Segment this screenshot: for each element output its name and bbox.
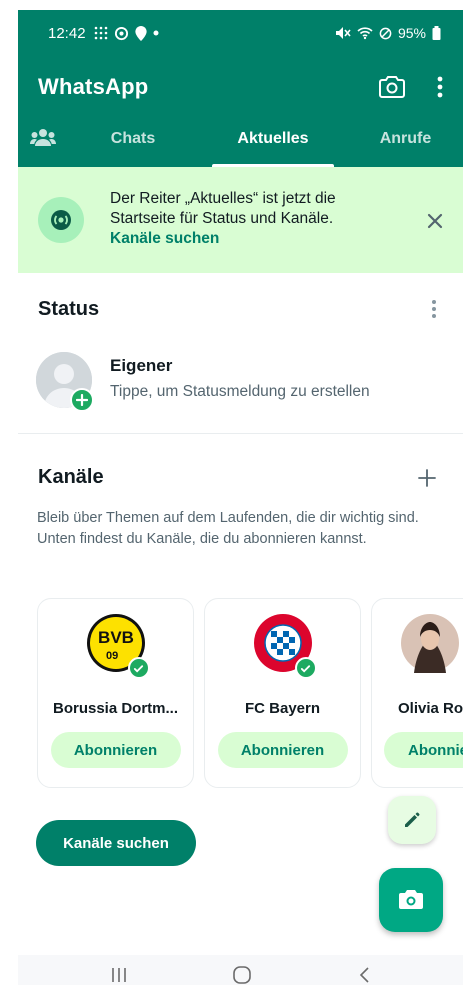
updates-info-banner: Der Reiter „Aktuelles“ ist jetzt die Sta…: [18, 167, 463, 273]
tab-bar: Chats Aktuelles Anrufe: [18, 122, 463, 167]
tab-communities[interactable]: [18, 122, 68, 167]
target-notification-icon: [114, 26, 128, 40]
svg-text:09: 09: [106, 650, 118, 662]
channel-suggestions: BVB 09 Borussia Dortm... Abonnieren FC Ba…: [37, 598, 463, 788]
dot-notification-icon: [153, 30, 159, 36]
screen: 12:42 95% WhatsApp Chats Aktuelles Anruf…: [18, 10, 463, 985]
location-notification-icon: [134, 25, 147, 41]
close-icon[interactable]: [425, 211, 445, 231]
system-navigation-bar: [18, 955, 463, 985]
clock: 12:42: [48, 24, 86, 42]
wifi-icon: [357, 27, 373, 40]
status-more-icon[interactable]: [431, 298, 437, 320]
tab-calls[interactable]: Anrufe: [348, 122, 463, 167]
channels-description: Bleib über Themen auf dem Laufenden, die…: [37, 510, 419, 547]
status-section-title: Status: [38, 298, 100, 320]
subscribe-button[interactable]: Abonnieren: [217, 732, 348, 768]
pencil-icon: [405, 812, 420, 827]
find-channels-button[interactable]: Kanäle suchen: [36, 820, 196, 866]
subscribe-button[interactable]: Abonnie: [384, 732, 463, 768]
community-icon: [30, 129, 56, 146]
svg-text:BVB: BVB: [98, 628, 134, 647]
channel-card-fc-bayern[interactable]: FC Bayern Abonnieren: [204, 598, 361, 788]
tab-updates[interactable]: Aktuelles: [198, 122, 348, 167]
channel-icon: [38, 197, 84, 243]
battery-percent: 95%: [397, 25, 426, 41]
edit-status-button[interactable]: [388, 796, 436, 844]
channel-card-borussia-dortmund[interactable]: BVB 09 Borussia Dortm... Abonnieren: [37, 598, 194, 788]
home-icon[interactable]: [232, 965, 252, 985]
my-status-hint: Tippe, um Statusmeldung zu erstellen: [110, 383, 370, 400]
add-status-icon: [70, 388, 94, 412]
my-status-name: Eigener: [110, 356, 173, 375]
grid-notification-icon: [94, 26, 107, 40]
mute-icon: [335, 27, 351, 39]
banner-text: Der Reiter „Aktuelles“ ist jetzt die Sta…: [110, 190, 336, 227]
channel-card-olivia[interactable]: Olivia Ro Abonnie: [371, 598, 463, 788]
camera-icon: [399, 890, 423, 909]
app-bar-actions: [379, 75, 443, 99]
plus-icon[interactable]: [417, 468, 437, 488]
system-indicators: 95%: [335, 25, 441, 41]
battery-icon: [432, 26, 441, 40]
my-status-row[interactable]: Eigener Tippe, um Statusmeldung zu erste…: [36, 350, 446, 420]
section-divider: [18, 433, 463, 434]
subscribe-button[interactable]: Abonnieren: [50, 732, 181, 768]
top-app-bar: 12:42 95% WhatsApp Chats Aktuelles Anruf…: [18, 10, 463, 167]
app-title: WhatsApp: [38, 74, 149, 99]
channels-section-title: Kanäle: [38, 466, 104, 488]
camera-icon[interactable]: [379, 75, 405, 99]
recent-apps-icon[interactable]: [110, 966, 128, 984]
channel-name: FC Bayern: [244, 700, 321, 717]
more-vert-icon[interactable]: [437, 76, 443, 98]
tab-chats[interactable]: Chats: [68, 122, 198, 167]
channel-avatar: [400, 613, 460, 673]
notification-icons: [94, 25, 159, 41]
verified-icon: [127, 657, 150, 679]
channel-name: Olivia Ro: [398, 700, 463, 717]
app-bar: WhatsApp: [18, 62, 463, 112]
banner-message: Der Reiter „Aktuelles“ ist jetzt die Sta…: [110, 189, 400, 249]
camera-status-button[interactable]: [379, 868, 443, 932]
system-status-bar: 12:42 95%: [18, 10, 463, 56]
back-icon[interactable]: [357, 966, 371, 984]
banner-find-channels-link[interactable]: Kanäle suchen: [110, 229, 400, 249]
channel-name: Borussia Dortm...: [52, 700, 179, 717]
verified-icon: [294, 657, 317, 679]
do-not-disturb-icon: [379, 27, 392, 39]
